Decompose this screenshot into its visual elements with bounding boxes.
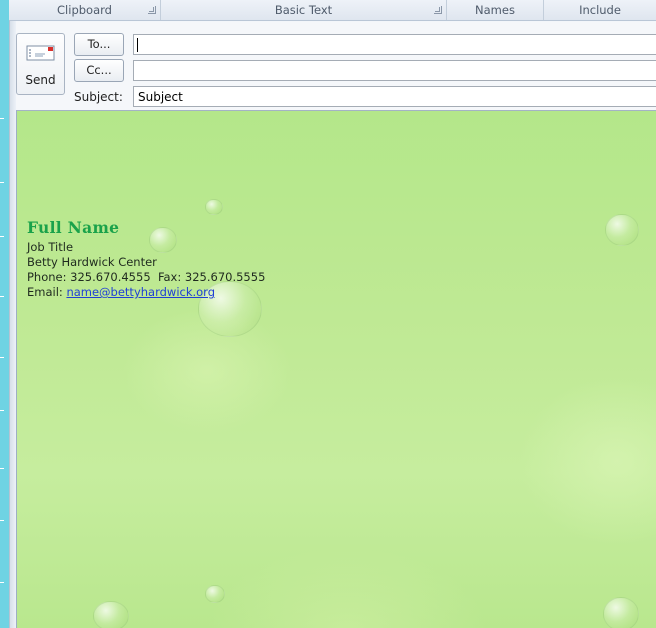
ribbon-group-names: Names [447, 0, 544, 20]
ribbon-group-label: Include [579, 3, 621, 17]
ribbon-group-clipboard: Clipboard [9, 0, 161, 20]
background-bubble [603, 597, 639, 628]
envelope-send-icon [26, 45, 55, 61]
background-bubble [605, 214, 639, 246]
signature-phone-line: Phone: 325.670.4555 Fax: 325.670.5555 [27, 270, 265, 284]
signature-job-title: Job Title [27, 240, 74, 254]
background-bubble [205, 585, 225, 603]
ribbon-group-label: Clipboard [57, 3, 112, 17]
to-field[interactable] [133, 34, 656, 55]
ribbon-group-include: Include [544, 0, 656, 20]
background-bubble [93, 601, 129, 628]
border-mark [0, 520, 4, 521]
border-mark [0, 410, 4, 411]
message-header: Send To... Cc... Subject: [16, 22, 656, 110]
ribbon-group-labels: Clipboard Basic Text Names Include [9, 0, 656, 21]
ribbon-group-basic-text: Basic Text [161, 0, 447, 20]
border-mark [0, 182, 4, 183]
dialog-launcher-icon[interactable] [434, 6, 442, 14]
phone-number: 325.670.4555 [70, 270, 151, 284]
email-label: Email: [27, 285, 63, 299]
fax-label: Fax: [157, 270, 182, 284]
border-mark [0, 357, 4, 358]
message-body[interactable]: Full Name Job Title Betty Hardwick Cente… [16, 110, 656, 628]
send-label: Send [25, 73, 56, 87]
border-mark [0, 296, 4, 297]
ribbon-group-label: Names [475, 3, 515, 17]
dialog-launcher-icon[interactable] [148, 6, 156, 14]
signature-email-line: Email: name@bettyhardwick.org [27, 285, 215, 299]
signature-organization: Betty Hardwick Center [27, 255, 157, 269]
ribbon-group-label: Basic Text [274, 3, 333, 17]
text-caret [137, 38, 138, 52]
window-left-border [0, 0, 9, 628]
subject-label: Subject: [74, 90, 123, 104]
border-mark [0, 468, 4, 469]
fax-number: 325.670.5555 [184, 270, 266, 284]
border-mark [0, 582, 4, 583]
background-bubble [149, 227, 177, 253]
email-link[interactable]: name@bettyhardwick.org [66, 285, 215, 299]
phone-label: Phone: [27, 270, 67, 284]
to-button[interactable]: To... [74, 33, 124, 56]
border-mark [0, 118, 4, 119]
cc-button[interactable]: Cc... [74, 59, 124, 82]
border-mark [0, 236, 4, 237]
signature-name: Full Name [27, 218, 120, 237]
cc-field[interactable] [133, 60, 656, 81]
window-frame-edge [9, 0, 16, 628]
send-button[interactable]: Send [16, 33, 65, 95]
background-bubble [205, 199, 223, 215]
subject-field[interactable] [133, 86, 656, 107]
